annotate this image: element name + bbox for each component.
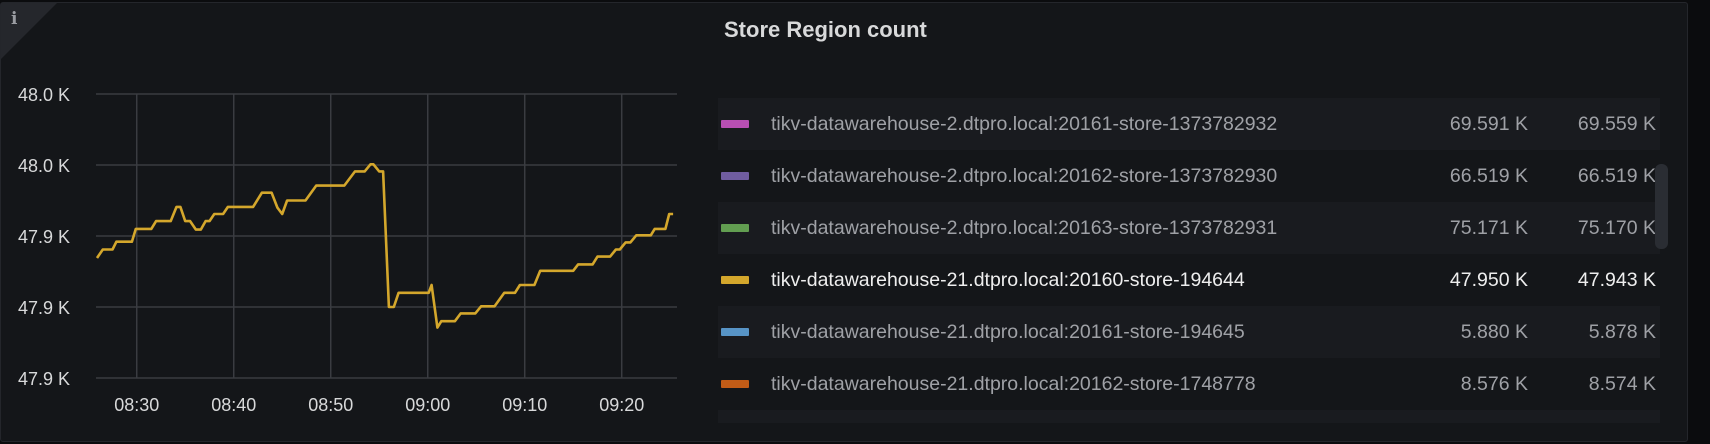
x-tick-label: 09:20: [599, 395, 644, 415]
series-color-swatch[interactable]: [721, 172, 749, 180]
legend-scrollbar[interactable]: [1655, 164, 1668, 249]
panel-title: Store Region count: [724, 17, 927, 42]
series-label: tikv-datawarehouse-21.dtpro.local:20160-…: [771, 268, 1245, 291]
legend-row[interactable]: tikv-datawarehouse-2.dtpro.local:20161-s…: [718, 98, 1660, 150]
series-value-current: 75.170 K: [1577, 216, 1656, 239]
series-value-max: 47.950 K: [1449, 268, 1528, 291]
legend-row-selected[interactable]: tikv-datawarehouse-21.dtpro.local:20160-…: [718, 254, 1660, 306]
series-color-swatch[interactable]: [721, 328, 749, 336]
legend-row[interactable]: tikv-datawarehouse-21.dtpro.local:20162-…: [718, 358, 1660, 410]
series-value-max: 75.171 K: [1449, 216, 1528, 239]
series-value-max: 66.519 K: [1449, 164, 1528, 187]
y-tick-label: 48.0 K: [18, 85, 70, 105]
x-tick-label: 08:40: [211, 395, 256, 415]
series-label: tikv-datawarehouse-2.dtpro.local:20163-s…: [771, 216, 1278, 239]
series-value-max: 69.591 K: [1449, 112, 1528, 135]
legend-row[interactable]: tikv-datawarehouse-2.dtpro.local:20163-s…: [718, 202, 1660, 254]
series-value-current: 47.943 K: [1577, 268, 1656, 291]
legend-row[interactable]: tikv-datawarehouse-2.dtpro.local:20162-s…: [718, 150, 1660, 202]
line-chart[interactable]: 48.0 K 48.0 K 47.9 K 47.9 K 47.9 K 08:30 08:40…: [0, 0, 700, 444]
series-value-current: 8.574 K: [1588, 372, 1656, 395]
y-tick-label: 47.9 K: [18, 298, 70, 318]
series-color-swatch[interactable]: [721, 224, 749, 232]
x-tick-label: 08:50: [308, 395, 353, 415]
series-label: tikv-datawarehouse-21.dtpro.local:20161-…: [771, 320, 1245, 343]
series-value-current: 5.878 K: [1588, 320, 1656, 343]
series-color-swatch[interactable]: [721, 380, 749, 388]
series-value-current: 69.559 K: [1577, 112, 1656, 135]
series-line: [95, 163, 674, 329]
series-color-swatch[interactable]: [721, 120, 749, 128]
series-value-max: 5.880 K: [1460, 320, 1528, 343]
series-label: tikv-datawarehouse-21.dtpro.local:20162-…: [771, 372, 1256, 395]
y-tick-label: 47.9 K: [18, 369, 70, 389]
legend-table: tikv-datawarehouse-2.dtpro.local:20161-s…: [718, 98, 1660, 423]
x-tick-label: 09:00: [405, 395, 450, 415]
series-label: tikv-datawarehouse-2.dtpro.local:20161-s…: [771, 112, 1278, 135]
legend-row-partial: [718, 410, 1660, 423]
series-label: tikv-datawarehouse-2.dtpro.local:20162-s…: [771, 164, 1278, 187]
x-tick-label: 08:30: [114, 395, 159, 415]
series-value-current: 66.519 K: [1577, 164, 1656, 187]
x-tick-label: 09:10: [502, 395, 547, 415]
y-tick-label: 48.0 K: [18, 156, 70, 176]
series-color-swatch[interactable]: [721, 276, 749, 284]
series-value-max: 8.576 K: [1460, 372, 1528, 395]
y-tick-label: 47.9 K: [18, 227, 70, 247]
legend-row[interactable]: tikv-datawarehouse-21.dtpro.local:20161-…: [718, 306, 1660, 358]
